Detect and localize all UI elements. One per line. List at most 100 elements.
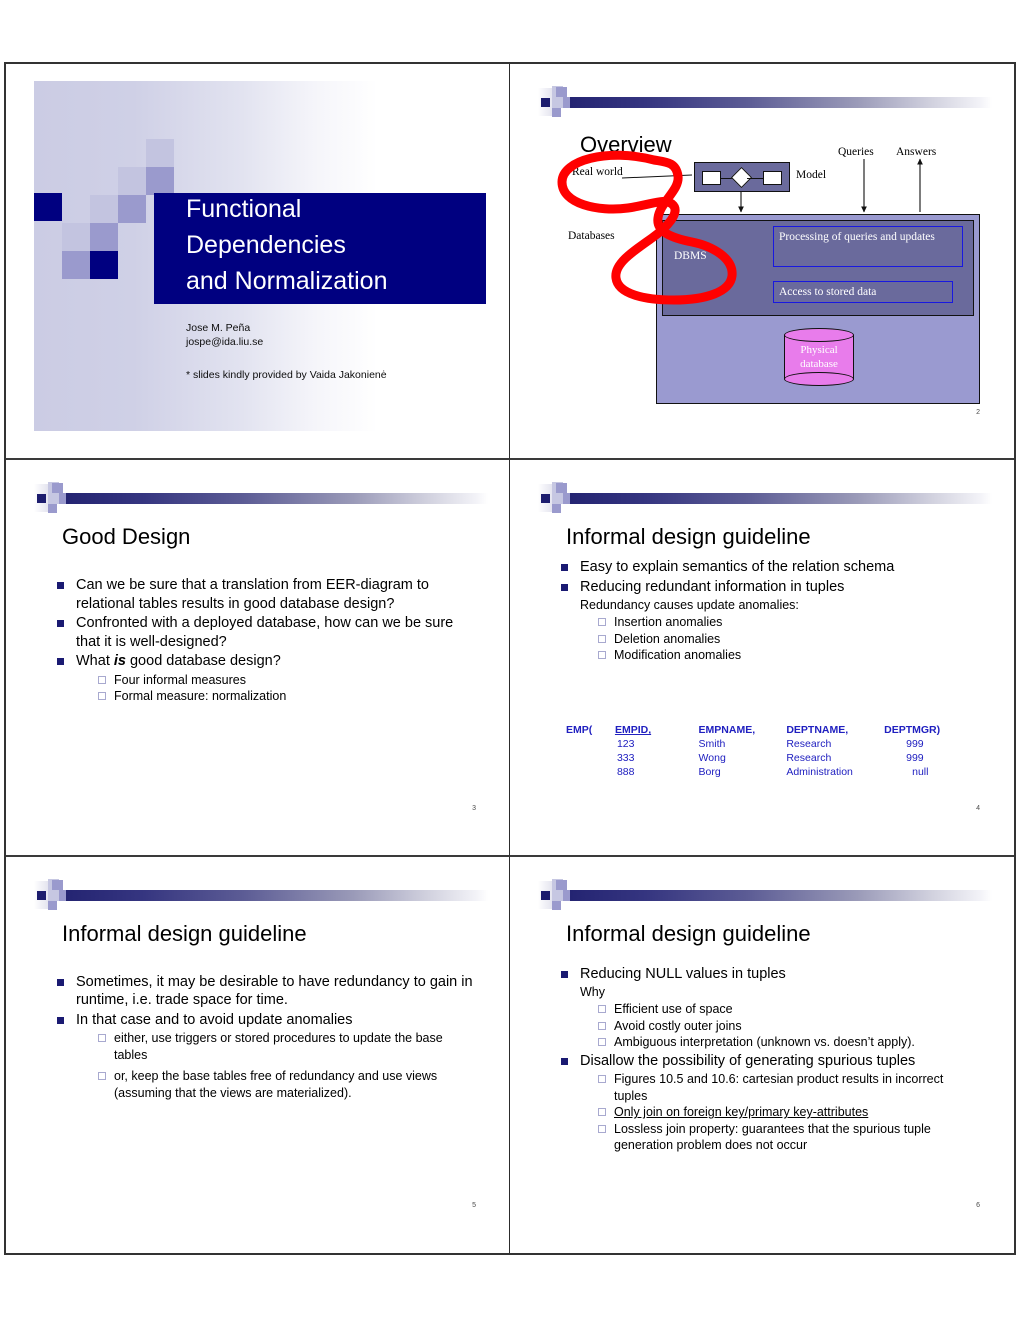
sub-bullet-item: Avoid costly outer joins — [598, 1018, 978, 1035]
hollow-square-icon — [598, 1038, 606, 1047]
deco-square — [118, 195, 146, 223]
sub-bullet-text: Only join on foreign key/primary key-att… — [614, 1105, 869, 1120]
page-title: Informal design guideline — [566, 920, 811, 946]
sub-bullet-item: Deletion anomalies — [598, 631, 978, 648]
bullet-text-emphasis: is — [113, 653, 126, 670]
slide-2-overview: Overview Real world Model Databases Quer… — [536, 80, 992, 422]
cylinder-label: Physical database — [784, 344, 854, 371]
column-header-deptname: DEPTNAME, — [786, 724, 849, 737]
sub-bullet-text: Lossless join property: guarantees that … — [614, 1121, 931, 1153]
label-answers: Answers — [896, 146, 937, 158]
sub-bullet-text: either, use triggers or stored procedure… — [114, 1031, 443, 1062]
slide-cell-4: Informal design guideline Easy to explai… — [510, 460, 1014, 857]
table-row: 123 Smith Research 999 — [566, 738, 986, 752]
hollow-square-icon — [598, 634, 606, 643]
header-gradient-bar — [66, 889, 488, 901]
handout-page: Functional Dependencies and Normalizatio… — [4, 62, 1016, 1255]
deco-square — [552, 493, 563, 505]
sub-bullet-item: Insertion anomalies — [598, 614, 978, 631]
bullet-item: What is good database design? — [54, 652, 474, 671]
header-gradient-bar — [570, 889, 992, 901]
page-title: Good Design — [62, 524, 191, 550]
deco-square — [62, 251, 90, 279]
sub-bullet-text: Modification anomalies — [614, 648, 742, 663]
bullet-text: In that case and to avoid update anomali… — [76, 1011, 353, 1028]
cylinder-bottom — [784, 372, 854, 386]
sub-bullet-item: Ambiguous interpretation (unknown vs. do… — [598, 1034, 978, 1051]
sub-bullet-text: Figures 10.5 and 10.6: cartesian product… — [614, 1072, 944, 1103]
bullet-list-level2: Four informal measures Formal measure: n… — [54, 672, 474, 705]
slide-number: 4 — [976, 805, 980, 813]
bullet-square-icon — [561, 583, 568, 591]
bullet-list-level1: Easy to explain semantics of the relatio… — [558, 558, 978, 596]
deco-square-navy — [541, 98, 550, 107]
sub-bullet-item: or, keep the base tables free of redunda… — [98, 1068, 474, 1101]
deco-square-navy — [37, 494, 46, 504]
bullet-list-level2: Figures 10.5 and 10.6: cartesian product… — [558, 1071, 978, 1154]
plain-note: Redundancy causes update anomalies: — [580, 598, 799, 613]
slide-header-decoration — [32, 482, 488, 516]
author-block: Jose M. Peña jospe@ida.liu.se — [186, 321, 263, 349]
relation-label: EMP( — [566, 724, 593, 737]
processing-box: Processing of queries and updates — [773, 226, 963, 267]
model-box — [694, 162, 790, 192]
cell-empname: Borg — [698, 766, 721, 779]
header-gradient-bar — [570, 97, 992, 108]
deco-square — [48, 889, 59, 901]
bullet-text: Can we be sure that a translation from E… — [76, 577, 429, 612]
column-header-deptmgr: DEPTMGR) — [884, 724, 941, 737]
table: EMP( EMPID, EMPNAME, DEPTNAME, DEPTMGR) … — [566, 724, 986, 780]
bullet-text: Disallow the possibility of generating s… — [580, 1052, 916, 1069]
sub-bullet-text: Insertion anomalies — [614, 615, 723, 630]
title-line-1: Functional — [186, 195, 302, 223]
credit-note: * slides kindly provided by Vaida Jakoni… — [186, 369, 387, 381]
bullet-square-icon — [57, 582, 64, 590]
table-header-row: EMP( EMPID, EMPNAME, DEPTNAME, DEPTMGR) — [566, 724, 986, 738]
header-gradient-bar — [570, 493, 992, 505]
bullet-item: Reducing NULL values in tuples — [558, 965, 978, 984]
slide-number: 2 — [976, 409, 980, 416]
column-header-empid: EMPID, — [614, 724, 652, 737]
slide-3-good-design: Good Design Can we be sure that a transl… — [32, 476, 488, 819]
slide-cell-2: Overview Real world Model Databases Quer… — [510, 64, 1014, 461]
deco-square — [52, 879, 63, 890]
slide-body: Reducing NULL values in tuples Why Effic… — [558, 965, 978, 1154]
bullet-item: Disallow the possibility of generating s… — [558, 1052, 978, 1071]
cell-deptmgr: 999 — [906, 752, 924, 765]
access-box: Access to stored data — [773, 281, 953, 303]
bullet-list-level1: Sometimes, it may be desirable to have r… — [54, 973, 474, 1030]
bullet-text: Reducing NULL values in tuples — [580, 965, 786, 982]
sub-bullet-item: Figures 10.5 and 10.6: cartesian product… — [598, 1071, 978, 1104]
deco-square-navy — [90, 251, 118, 279]
cell-deptname: Research — [786, 752, 832, 765]
bullet-text: Easy to explain semantics of the relatio… — [580, 559, 895, 576]
slide-header-decoration — [32, 878, 488, 913]
bullet-square-icon — [57, 978, 64, 986]
bullet-list-level1: Disallow the possibility of generating s… — [558, 1052, 978, 1071]
label-model: Model — [796, 169, 827, 181]
bullet-list-level1: Can we be sure that a translation from E… — [54, 576, 474, 671]
deco-square — [556, 483, 567, 494]
page-title: Overview — [580, 132, 672, 157]
sub-bullet-item: Formal measure: normalization — [98, 688, 474, 705]
sub-bullet-item: Four informal measures — [98, 672, 474, 689]
sub-bullet-item: Modification anomalies — [598, 647, 978, 664]
deco-square-navy — [541, 890, 550, 900]
entity-rect-icon — [763, 171, 782, 185]
bullet-square-icon — [57, 1016, 64, 1024]
sub-bullet-text: Ambiguous interpretation (unknown vs. do… — [614, 1035, 915, 1050]
hollow-square-icon — [598, 1075, 606, 1084]
bullet-square-icon — [57, 658, 64, 666]
cell-deptname: Research — [786, 738, 832, 751]
sub-bullet-item: Only join on foreign key/primary key-att… — [598, 1104, 978, 1121]
slide-cell-6: Informal design guideline Reducing NULL … — [510, 857, 1014, 1253]
author-name: Jose M. Peña — [186, 322, 251, 334]
author-email: jospe@ida.liu.se — [186, 336, 264, 348]
deco-square — [48, 900, 57, 910]
bullet-text-pre: What — [76, 653, 114, 670]
bullet-list-level2: Efficient use of space Avoid costly oute… — [558, 1001, 978, 1051]
sub-bullet-item: either, use triggers or stored procedure… — [98, 1030, 474, 1063]
slide-body: Easy to explain semantics of the relatio… — [558, 558, 978, 664]
hollow-square-icon — [598, 1021, 606, 1030]
label-dbms: DBMS — [674, 250, 707, 262]
